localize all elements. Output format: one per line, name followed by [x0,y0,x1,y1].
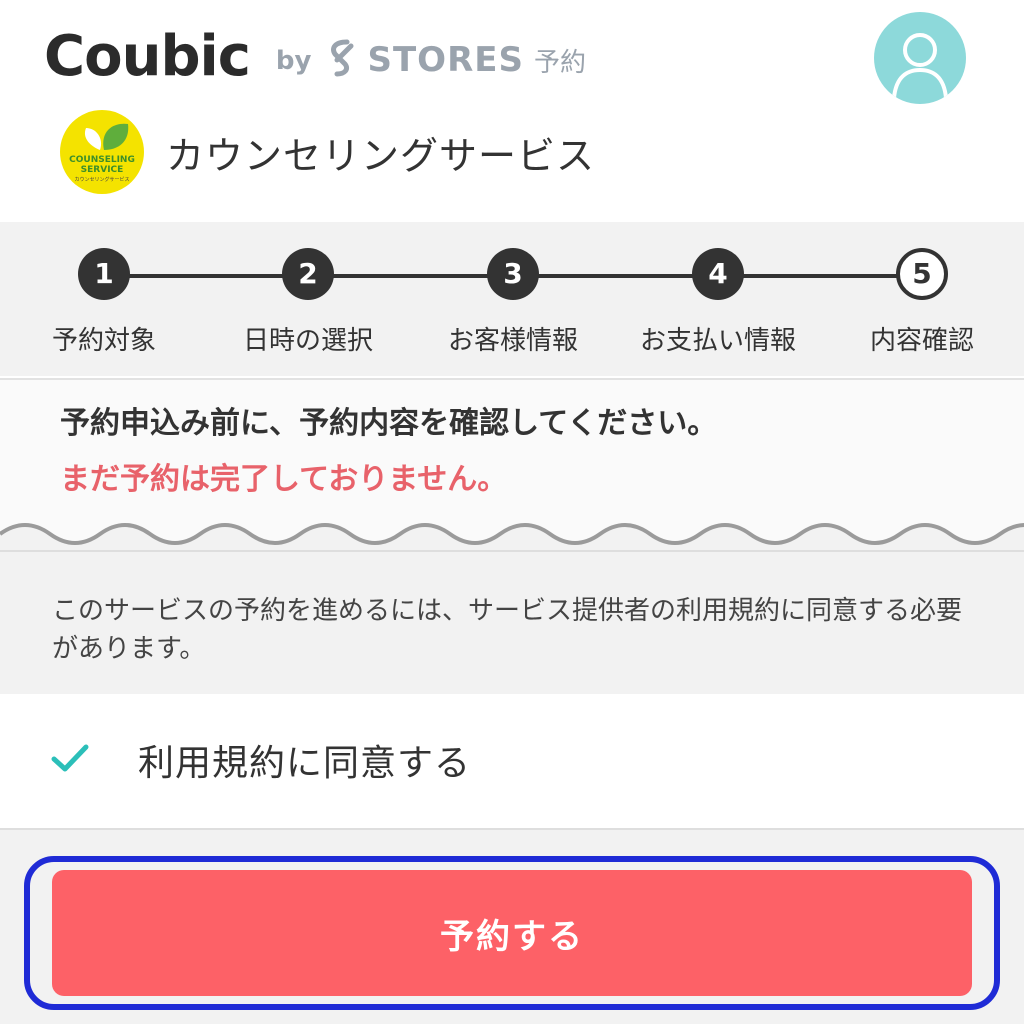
brand-logo[interactable]: Coubic by STORES 予約 [44,24,586,89]
shop-logo-text-2: SERVICE [81,165,124,175]
step-number: 4 [692,248,744,300]
shop-name: カウンセリングサービス [166,133,596,178]
progress-stepper: 1 予約対象 2 日時の選択 3 お客様情報 4 お支払い情報 5 内容確認 [0,222,1024,376]
reserve-button[interactable]: 予約する [52,870,972,996]
step-number: 2 [282,248,334,300]
step-label: お支払い情報 [639,326,796,356]
terms-description: このサービスの予約を進めるには、サービス提供者の利用規約に同意する必要があります… [52,596,963,664]
agree-terms-label: 利用規約に同意する [138,743,472,784]
step-5: 5 内容確認 [832,248,1012,357]
user-icon [892,33,948,99]
terms-section: このサービスの予約を進めるには、サービス提供者の利用規約に同意する必要があります… [0,550,1024,696]
stores-logo-icon [325,38,359,82]
shop-logo-text-3: カウンセリングサービス [74,176,129,183]
app-header: Coubic by STORES 予約 COUNSELING SERVICE カ… [0,0,1024,222]
shop-logo-text-1: COUNSELING [69,155,135,165]
wavy-divider [0,523,1024,554]
step-1: 1 予約対象 [14,248,194,357]
step-label: 内容確認 [869,326,974,356]
step-number: 3 [487,248,539,300]
shop-info: COUNSELING SERVICE カウンセリングサービス カウンセリングサー… [60,110,595,194]
step-label: 日時の選択 [242,326,373,356]
stores-wordmark: STORES [367,39,524,80]
user-avatar[interactable] [874,12,966,104]
step-3: 3 お客様情報 [423,248,603,357]
step-2: 2 日時の選択 [218,248,398,357]
checkmark-icon [51,744,89,772]
by-label: by [275,45,312,76]
step-4: 4 お支払い情報 [628,248,808,357]
step-label: お客様情報 [447,326,578,356]
shop-logo: COUNSELING SERVICE カウンセリングサービス [60,110,144,194]
incomplete-warning: まだ予約は完了しておりません。 [60,462,508,497]
step-number: 1 [78,248,130,300]
step-label: 予約対象 [51,326,156,356]
footer-actions: 予約する [0,830,1024,1024]
step-number-current: 5 [896,248,948,300]
confirm-message: 予約申込み前に、予約内容を確認してください。 [60,406,718,441]
coubic-wordmark: Coubic [44,24,251,89]
agree-terms-checkbox[interactable]: 利用規約に同意する [0,694,1024,830]
stores-suffix: 予約 [533,48,586,78]
